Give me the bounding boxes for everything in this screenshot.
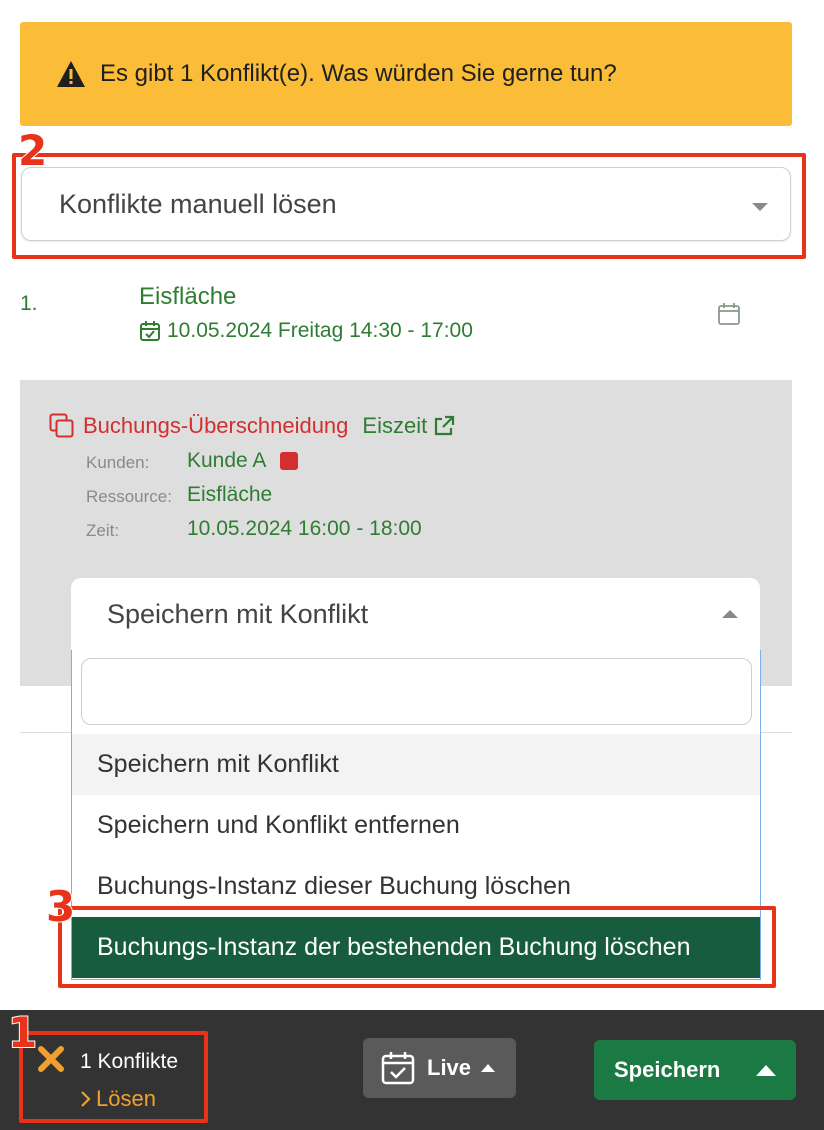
customer-label: Kunden: [86, 453, 150, 472]
resolution-mode-value: Konflikte manuell lösen [59, 188, 337, 219]
caret-up-icon [756, 1064, 776, 1076]
customer-color-badge [280, 452, 299, 470]
conflict-type: Buchungs-Überschneidung [83, 413, 349, 438]
conflicting-booking-link[interactable]: Eiszeit [362, 413, 427, 439]
save-button[interactable]: Speichern [594, 1040, 796, 1100]
caret-up-icon [481, 1064, 496, 1072]
booking-resource-link[interactable]: Eisfläche [139, 283, 236, 311]
conflict-header: Buchungs-Überschneidung Eiszeit [49, 413, 455, 439]
live-label: Live [427, 1055, 472, 1080]
customer-value[interactable]: Kunde A [187, 449, 299, 473]
alert-message: Es gibt 1 Konflikt(e). Was würden Sie ge… [100, 60, 617, 87]
annotation-box-1 [19, 1031, 208, 1123]
calendar-check-icon [140, 321, 160, 341]
live-button[interactable]: Live [363, 1038, 516, 1098]
save-options-toggle[interactable] [736, 1040, 796, 1100]
dropdown-search-input[interactable] [81, 658, 752, 725]
external-link-icon[interactable] [433, 415, 455, 437]
warning-icon [57, 61, 85, 87]
option-save-remove-conflict[interactable]: Speichern und Konflikt entfernen [72, 795, 760, 856]
annotation-number-1: 1 [7, 1008, 38, 1057]
time-label: Zeit: [86, 521, 120, 540]
conflict-action-select[interactable]: Speichern mit Konflikt [71, 578, 760, 650]
booking-datetime: 10.05.2024 Freitag 14:30 - 17:00 [139, 319, 473, 343]
resolution-mode-select[interactable]: Konflikte manuell lösen [21, 167, 791, 241]
option-save-with-conflict[interactable]: Speichern mit Konflikt [72, 734, 760, 795]
booking-datetime-text: 10.05.2024 Freitag 14:30 - 17:00 [167, 319, 473, 342]
caret-down-icon [752, 203, 768, 211]
conflict-alert: Es gibt 1 Konflikt(e). Was würden Sie ge… [20, 22, 792, 126]
calendar-live-icon [381, 1052, 415, 1085]
save-label: Speichern [614, 1057, 721, 1082]
customer-name: Kunde A [187, 449, 267, 472]
resource-value: Eisfläche [187, 483, 273, 506]
annotation-number-2: 2 [17, 126, 48, 175]
annotation-box-3 [58, 906, 776, 988]
conflict-action-value: Speichern mit Konflikt [107, 598, 369, 629]
annotation-number-3: 3 [45, 882, 76, 931]
booking-item-number: 1. [20, 292, 38, 315]
time-value: 10.05.2024 16:00 - 18:00 [187, 517, 422, 540]
resource-label: Ressource: [86, 487, 172, 506]
caret-up-icon [722, 610, 738, 618]
copy-icon [49, 413, 74, 438]
calendar-icon[interactable] [717, 302, 741, 326]
